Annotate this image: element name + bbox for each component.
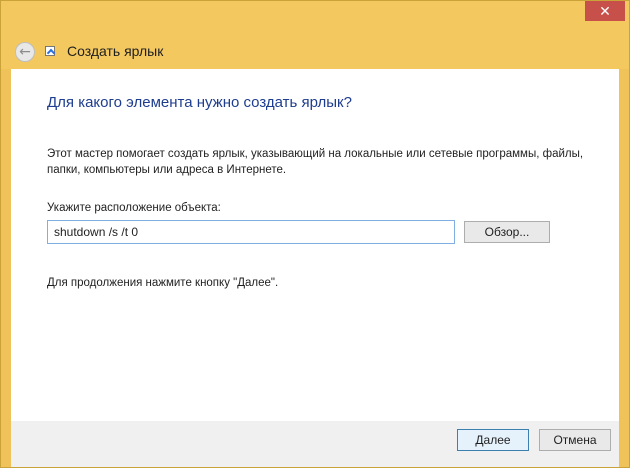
location-input[interactable] [47, 220, 455, 244]
location-label: Укажите расположение объекта: [47, 202, 221, 214]
button-bar: Далее Отмена [11, 421, 619, 467]
wizard-description: Этот мастер помогает создать ярлык, указ… [47, 148, 584, 176]
browse-button[interactable]: Обзор... [464, 221, 550, 243]
wizard-content: Для какого элемента нужно создать ярлык?… [11, 69, 619, 421]
continue-hint: Для продолжения нажмите кнопку "Далее". [47, 277, 279, 289]
next-button[interactable]: Далее [457, 429, 529, 451]
cancel-button[interactable]: Отмена [539, 429, 611, 451]
window-title: Создать ярлык [67, 43, 164, 59]
page-heading: Для какого элемента нужно создать ярлык? [47, 94, 352, 111]
close-icon: ✕ [599, 2, 611, 19]
shortcut-icon [45, 46, 55, 56]
title-bar: ✕ ← Создать ярлык [1, 1, 629, 69]
close-button[interactable]: ✕ [585, 1, 625, 21]
back-button[interactable]: ← [15, 42, 35, 62]
back-arrow-icon: ← [19, 44, 31, 60]
create-shortcut-window: ✕ ← Создать ярлык Для какого элемента ну… [0, 0, 630, 468]
